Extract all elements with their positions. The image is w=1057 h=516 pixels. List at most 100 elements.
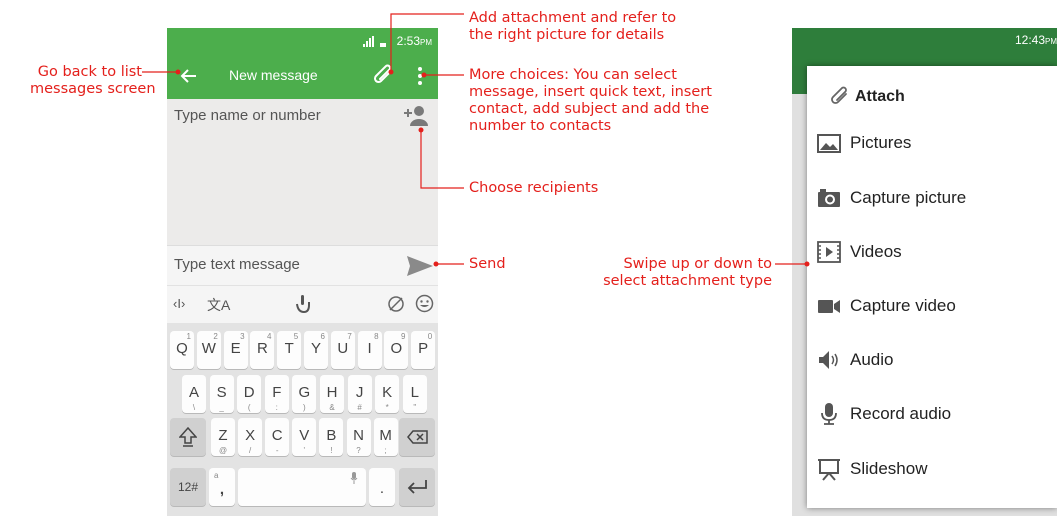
keyboard: Q1W2E3R4T5Y6U7I8O9P0 A \ S _ D(F: G) H & J # K * L " … [167, 323, 438, 516]
message-input[interactable]: Type text message [174, 256, 300, 273]
key-hint: # [357, 403, 362, 412]
comma-key-hint: a [214, 471, 219, 480]
key-hint: 1 [186, 332, 191, 341]
enter-key[interactable] [399, 468, 435, 506]
paperclip-icon[interactable] [372, 62, 396, 88]
symbols-key[interactable]: 12# [170, 468, 206, 506]
key-letter: I [367, 340, 372, 357]
space-key[interactable] [238, 468, 366, 506]
menu-item-record-audio[interactable]: Record audio [807, 389, 1057, 443]
paperclip-icon [831, 86, 847, 104]
enter-icon [407, 480, 427, 494]
key-hint: ) [303, 403, 306, 412]
key-letter: E [230, 340, 241, 357]
microphone-icon [821, 403, 837, 425]
send-icon[interactable] [405, 254, 435, 278]
picture-icon [817, 134, 841, 153]
key-k[interactable]: K * [375, 375, 400, 413]
key-q[interactable]: Q1 [170, 331, 194, 369]
key-hint: ' [303, 446, 306, 455]
key-h[interactable]: H & [320, 375, 344, 413]
key-hint: ( [247, 403, 251, 412]
key-hint: _ [219, 403, 224, 412]
menu-item-capture-video[interactable]: Capture video [807, 281, 1057, 335]
key-letter: H [326, 384, 338, 401]
emoji-icon[interactable] [415, 294, 434, 313]
key-letter: Y [310, 340, 321, 357]
key-l[interactable]: L " [402, 375, 427, 413]
key-hint: ? [356, 446, 361, 455]
key-a[interactable]: A \ [182, 375, 206, 413]
key-letter: N [353, 427, 364, 444]
menu-item-videos[interactable]: Videos [807, 227, 1057, 281]
key-hint: 0 [427, 332, 433, 341]
message-compose-area[interactable]: Type text message [167, 245, 438, 286]
cursor-icon[interactable]: ‹I› [173, 296, 185, 311]
key-p[interactable]: P0 [411, 331, 436, 369]
key-hint: ; [384, 446, 387, 455]
translate-icon[interactable]: 文A [207, 295, 230, 315]
mic-hint-icon [350, 472, 358, 484]
key-z[interactable]: Z @ [211, 418, 235, 456]
annotation-recipients: Choose recipients [469, 180, 598, 197]
key-n[interactable]: N? [346, 418, 371, 456]
key-letter: C [271, 427, 283, 444]
key-f[interactable]: F: [264, 375, 289, 413]
key-j[interactable]: J # [347, 375, 372, 413]
comma-key[interactable]: a , [209, 468, 235, 506]
shift-key[interactable] [170, 418, 206, 456]
key-g[interactable]: G) [292, 375, 317, 413]
key-hint: - [275, 446, 279, 455]
speaker-icon [819, 351, 838, 369]
key-c[interactable]: C- [265, 418, 290, 456]
key-hint: 2 [213, 332, 218, 341]
key-letter: U [337, 340, 349, 357]
annotation-line: Add attachment and refer to [469, 10, 677, 26]
touch-icon[interactable] [295, 295, 311, 313]
menu-item-label: Videos [850, 242, 902, 261]
key-r[interactable]: R4 [250, 331, 275, 369]
key-e[interactable]: E3 [223, 331, 248, 369]
key-b[interactable]: B! [319, 418, 344, 456]
add-contact-icon[interactable] [403, 105, 429, 127]
more-vert-icon[interactable] [417, 66, 423, 86]
menu-item-label: Record audio [850, 404, 952, 423]
key-letter: L [410, 384, 419, 401]
backspace-key[interactable] [399, 418, 435, 456]
keyboard-toolbar: ‹I› 文A [167, 285, 438, 324]
key-x[interactable]: X / [238, 418, 263, 456]
key-m[interactable]: M; [373, 418, 398, 456]
key-letter: G [298, 384, 311, 401]
key-t[interactable]: T5 [277, 331, 302, 369]
menu-item-label: Slideshow [850, 459, 928, 478]
no-gif-icon[interactable] [387, 295, 405, 313]
key-y[interactable]: Y6 [304, 331, 328, 369]
annotation-line: select attachment type [603, 273, 772, 289]
key-o[interactable]: O9 [384, 331, 409, 369]
key-hint: 8 [374, 332, 379, 341]
menu-item-pictures[interactable]: Pictures [807, 118, 1057, 172]
key-hint: & [329, 403, 335, 412]
key-hint: ! [330, 446, 333, 455]
recipient-input[interactable]: Type name or number [174, 107, 321, 124]
key-d[interactable]: D( [237, 375, 262, 413]
key-hint: 7 [347, 332, 352, 341]
key-i[interactable]: I8 [357, 331, 382, 369]
menu-item-capture-picture[interactable]: Capture picture [807, 173, 1057, 227]
annotation-line: Send [469, 256, 506, 272]
menu-item-audio[interactable]: Audio [807, 335, 1057, 389]
key-s[interactable]: S _ [209, 375, 234, 413]
key-letter: S [216, 384, 227, 401]
key-v[interactable]: V ' [292, 418, 317, 456]
menu-item-slideshow[interactable]: Slideshow [807, 444, 1057, 498]
recipient-area[interactable]: Type name or number [167, 99, 438, 265]
status-time-value: 12:43 [1014, 33, 1045, 47]
key-w[interactable]: W2 [196, 331, 221, 369]
annotation-send: Send [469, 256, 506, 273]
key-hint: 6 [320, 332, 325, 341]
key-u[interactable]: U7 [330, 331, 355, 369]
arrow-left-icon[interactable] [179, 68, 197, 84]
annotation-line: contact, add subject and add the [469, 101, 710, 117]
status-time-value: 2:53 [396, 34, 420, 48]
period-key[interactable]: . [369, 468, 395, 506]
